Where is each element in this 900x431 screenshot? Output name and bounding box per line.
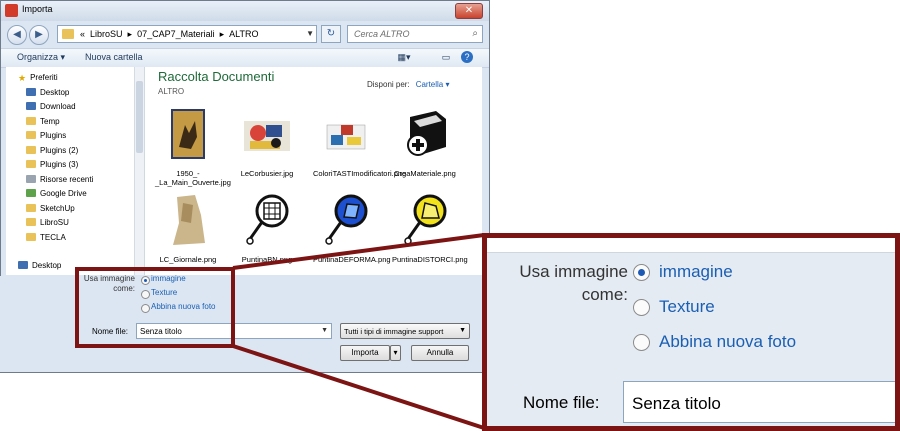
zoom-filename-field: Senza titolo: [623, 381, 895, 423]
zoom-radio-nuova-foto: [633, 334, 650, 351]
zoom-radio-texture: [633, 299, 650, 316]
zoom-filename-label: Nome file:: [523, 393, 600, 412]
zoom-radio-label-immagine: immagine: [659, 262, 733, 281]
zoom-radio-immagine: [633, 264, 650, 281]
zoom-radio-label-texture: Texture: [659, 297, 715, 316]
zoom-top-strip: [487, 238, 895, 253]
zoom-filename-value: Senza titolo: [632, 394, 721, 413]
zoom-radio-label-nuova-foto: Abbina nuova foto: [659, 332, 797, 351]
zoom-inset: Usa immagine come: immagine Texture Abbi…: [482, 233, 900, 431]
zoom-use-image-as-label: Usa immagine come:: [519, 262, 628, 304]
